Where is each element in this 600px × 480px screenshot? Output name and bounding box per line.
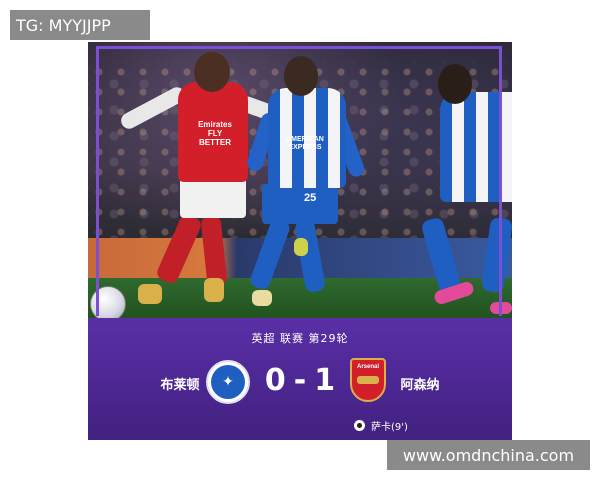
watermark-top-left: TG: MYYJJPP	[10, 10, 150, 40]
home-score: 0	[264, 362, 286, 398]
away-team-name: 阿森纳	[400, 378, 440, 393]
seagull-icon: ✦	[211, 365, 245, 399]
arsenal-crest-text: Arsenal	[356, 364, 379, 370]
cannon-icon	[357, 376, 379, 384]
arsenal-crest-icon: Arsenal	[350, 358, 386, 402]
score-separator: -	[293, 362, 307, 398]
goal-scorer-text: 萨卡(9')	[371, 422, 408, 433]
goal-scorer: 萨卡(9')	[354, 418, 408, 433]
football-icon	[354, 420, 365, 431]
home-team-name: 布莱顿	[160, 378, 200, 393]
competition-round: 英超 联赛 第29轮	[251, 332, 349, 345]
photo-frame	[96, 46, 502, 316]
away-score: 1	[314, 362, 336, 398]
watermark-bottom-right: www.omdnchina.com	[387, 440, 590, 470]
match-card[interactable]: Emirates FLY BETTER AMERICAN EXPRESS 25 …	[88, 42, 512, 440]
brighton-crest-icon: ✦	[206, 360, 250, 404]
score-panel: 英超 联赛 第29轮 布莱顿 ✦ 0 - 1 Arsenal 阿森纳 萨卡(9'…	[88, 318, 512, 440]
match-photo: Emirates FLY BETTER AMERICAN EXPRESS 25	[88, 42, 512, 318]
scoreline: 0 - 1	[254, 358, 346, 402]
